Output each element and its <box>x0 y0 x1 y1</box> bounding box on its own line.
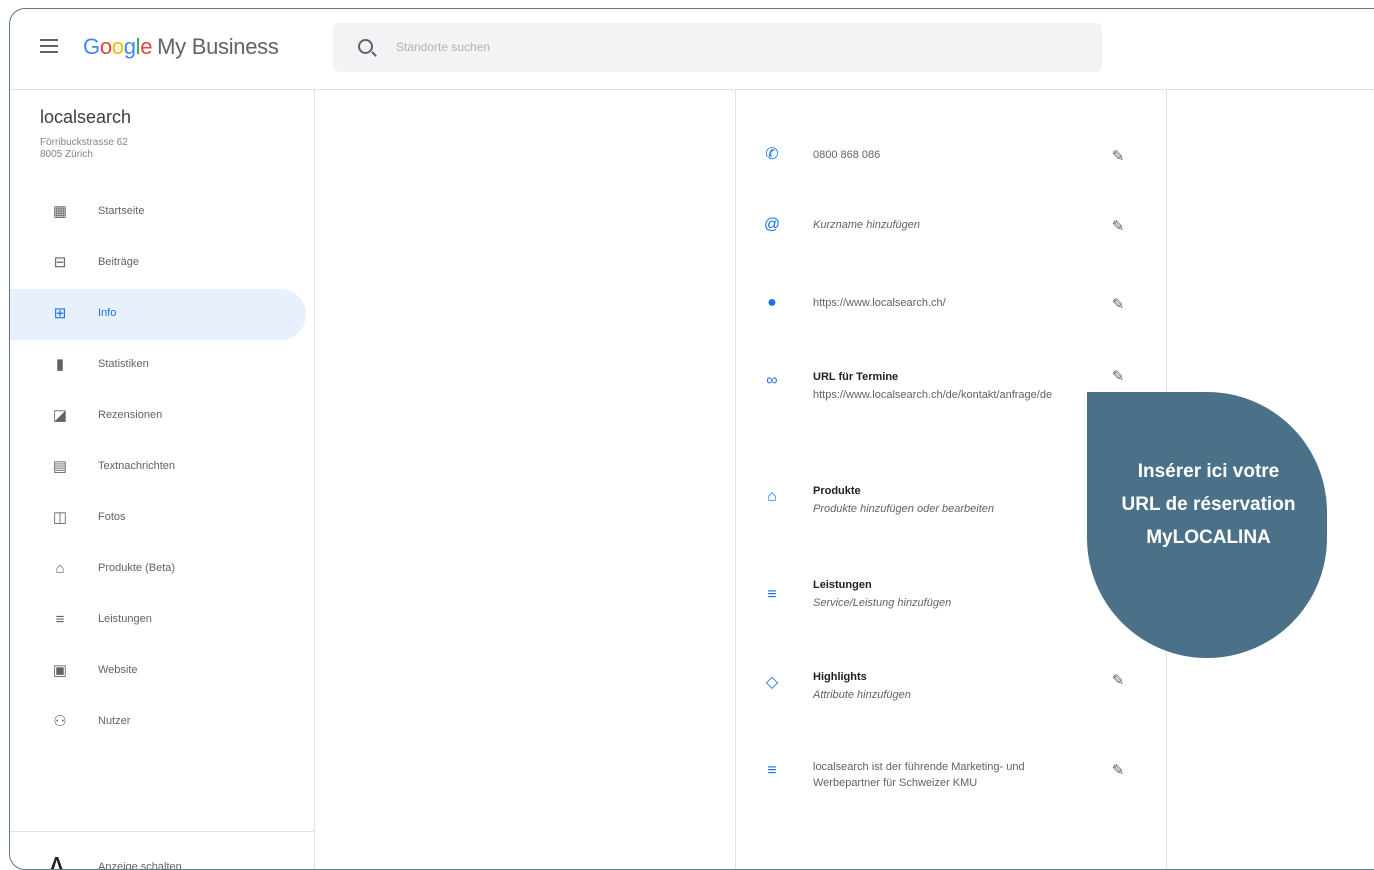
website-icon: ▣ <box>52 662 68 679</box>
sidebar-item-startseite[interactable]: ▦ Startseite <box>10 187 306 238</box>
highlights-title: Highlights <box>813 671 867 683</box>
search-icon <box>358 39 373 54</box>
edit-pencil-icon[interactable]: ✎ <box>1110 673 1126 689</box>
posts-icon: ⊟ <box>53 254 67 271</box>
add-user-icon: ⚇ <box>53 713 67 730</box>
services-text: Service/Leistung hinzufügen <box>813 597 952 609</box>
description-icon: ≡ <box>767 762 777 779</box>
top-bar: Google My Business Standorte suchen <box>10 9 1374 90</box>
sidebar-item-label: Beiträge <box>98 256 139 268</box>
google-ads-icon[interactable]: Λ <box>50 854 63 869</box>
basket-icon: ⌂ <box>55 560 65 577</box>
sidebar-item-label: Website <box>98 664 138 676</box>
sidebar-item-label: Info <box>98 307 117 319</box>
sidebar-item-label: Rezensionen <box>98 409 163 421</box>
edit-pencil-icon[interactable]: ✎ <box>1110 219 1126 235</box>
appointment-url: https://www.localsearch.ch/de/kontakt/an… <box>813 389 1053 401</box>
phone-icon: ✆ <box>765 146 779 163</box>
edit-pencil-icon[interactable]: ✎ <box>1110 149 1126 165</box>
callout-text: Insérer ici votre URL de réservation MyL… <box>1087 455 1330 554</box>
sidebar-item-label: Textnachrichten <box>98 460 176 472</box>
sidebar-item-label: Produkte (Beta) <box>98 562 176 574</box>
business-name: localsearch <box>40 107 132 127</box>
basket-icon: ⌂ <box>767 488 777 505</box>
sidebar-item-rezensionen[interactable]: ◪ Rezensionen <box>10 391 306 442</box>
callout-line-2: URL de réservation <box>1121 494 1296 515</box>
list-icon: ≡ <box>767 586 777 603</box>
sidebar-item-label: Nutzer <box>98 715 131 727</box>
search-placeholder: Standorte suchen <box>396 40 491 54</box>
sidebar-item-label: Startseite <box>98 205 145 217</box>
sidebar-item-statistiken[interactable]: ▮ Statistiken <box>10 340 306 391</box>
bar-chart-icon: ▮ <box>55 356 65 373</box>
description-row[interactable]: ≡ localsearch ist der führende Marketing… <box>736 745 1166 825</box>
hamburger-menu-icon[interactable] <box>40 39 58 53</box>
callout-line-1: Insérer ici votre <box>1137 461 1280 482</box>
storefront-icon: ⊞ <box>53 305 67 322</box>
sidebar-item-label: Leistungen <box>98 613 152 625</box>
reviews-icon: ◪ <box>52 407 68 424</box>
shortname-row[interactable]: @ Kurzname hinzufügen ✎ <box>736 189 1166 249</box>
appointment-title: URL für Termine <box>813 371 899 383</box>
description-text: localsearch ist der führende Marketing- … <box>813 761 1025 789</box>
highlights-text: Attribute hinzufügen <box>813 689 911 701</box>
app-logo[interactable]: Google My Business <box>83 34 279 60</box>
sidebar-nav: ▦ Startseite ⊟ Beiträge ⊞ Info ▮ Statist… <box>10 187 306 748</box>
sidebar-item-label: Fotos <box>98 511 126 523</box>
sidebar-item-fotos[interactable]: ◫ Fotos <box>10 493 306 544</box>
edit-pencil-icon[interactable]: ✎ <box>1110 763 1126 779</box>
dashboard-icon: ▦ <box>52 203 68 220</box>
list-icon: ≡ <box>55 611 65 628</box>
edit-pencil-icon[interactable]: ✎ <box>1110 369 1126 385</box>
sidebar-divider <box>10 831 314 832</box>
sidebar-item-produkte[interactable]: ⌂ Produkte (Beta) <box>10 544 306 595</box>
services-title: Leistungen <box>813 579 872 591</box>
products-title: Produkte <box>813 485 861 497</box>
messages-icon: ▤ <box>52 458 68 475</box>
website-url: https://www.localsearch.ch/ <box>813 297 946 309</box>
link-icon: ∞ <box>766 372 778 389</box>
sidebar-item-beitraege[interactable]: ⊟ Beiträge <box>10 238 306 289</box>
callout-line-3: MyLOCALINA <box>1146 527 1271 548</box>
sidebar-item-leistungen[interactable]: ≡ Leistungen <box>10 595 306 646</box>
globe-icon: ● <box>767 294 777 311</box>
sidebar-item-nutzer[interactable]: ⚇ Nutzer <box>10 697 306 748</box>
edit-pencil-icon[interactable]: ✎ <box>1110 297 1126 313</box>
business-address: Förribuckstrasse 62 8005 Zürich <box>40 137 128 160</box>
sidebar: localsearch Förribuckstrasse 62 8005 Zür… <box>10 89 315 869</box>
tag-icon: ◇ <box>765 674 779 691</box>
sidebar-item-label: Statistiken <box>98 358 149 370</box>
sidebar-item-info[interactable]: ⊞ Info <box>10 289 306 340</box>
shortname-text: Kurzname hinzufügen <box>813 219 921 231</box>
photos-icon: ◫ <box>52 509 68 526</box>
products-text: Produkte hinzufügen oder bearbeiten <box>813 503 995 515</box>
at-sign-icon: @ <box>763 216 781 233</box>
highlights-row[interactable]: ◇ Highlights Attribute hinzufügen ✎ <box>736 651 1166 731</box>
sidebar-item-textnachrichten[interactable]: ▤ Textnachrichten <box>10 442 306 493</box>
app-title-suffix: My Business <box>157 34 279 59</box>
location-search-input[interactable]: Standorte suchen <box>333 23 1102 72</box>
sidebar-item-anzeige[interactable]: Anzeige schalten <box>98 861 182 869</box>
phone-number: 0800 868 086 <box>813 149 881 161</box>
website-row[interactable]: ● https://www.localsearch.ch/ ✎ <box>736 267 1166 327</box>
sidebar-item-website[interactable]: ▣ Website <box>10 646 306 697</box>
phone-row[interactable]: ✆ 0800 868 086 ✎ <box>736 119 1166 179</box>
